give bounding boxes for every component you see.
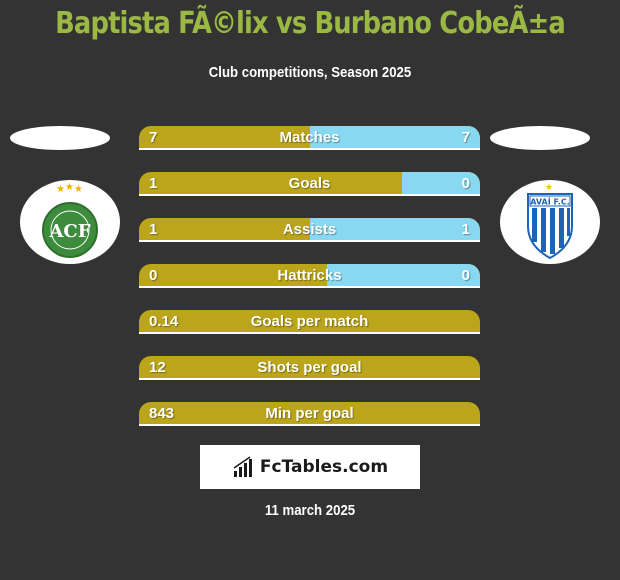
right-value: 0 bbox=[461, 175, 470, 192]
stat-row: 0.14 Goals per match bbox=[139, 310, 480, 334]
fctables-brand: FcTables.com bbox=[259, 457, 389, 477]
avai-crest-icon: ★ AVAÍ F.C. bbox=[527, 182, 573, 260]
stat-row: 12 Shots per goal bbox=[139, 356, 480, 380]
svg-text:★: ★ bbox=[74, 184, 83, 195]
stat-row: 0 Hattricks 0 bbox=[139, 264, 480, 288]
bar-chart-icon bbox=[233, 456, 252, 477]
stat-row: 1 Goals 0 bbox=[139, 172, 480, 196]
right-value: 7 bbox=[461, 129, 470, 146]
left-team-logo[interactable]: ★ ★ ★ ACF bbox=[20, 180, 120, 264]
fctables-logo[interactable]: FcTables.com bbox=[200, 445, 420, 489]
stat-label: Assists bbox=[282, 221, 337, 238]
page-title: Baptista FÃ©lix vs Burbano CobeÃ±a bbox=[55, 6, 566, 41]
page-subtitle: Club competitions, Season 2025 bbox=[208, 64, 412, 81]
stat-label: Goals per match bbox=[250, 313, 369, 330]
right-team-logo[interactable]: ★ AVAÍ F.C. bbox=[500, 180, 600, 264]
svg-text:ACF: ACF bbox=[48, 221, 90, 242]
stat-label: Min per goal bbox=[265, 405, 354, 422]
svg-text:★: ★ bbox=[56, 184, 65, 195]
stat-row: 7 Matches 7 bbox=[139, 126, 480, 150]
stat-label: Goals bbox=[288, 175, 331, 192]
stat-label: Shots per goal bbox=[257, 359, 362, 376]
svg-text:★: ★ bbox=[545, 182, 553, 192]
stat-label: Matches bbox=[279, 129, 340, 146]
stat-row: 1 Assists 1 bbox=[139, 218, 480, 242]
right-value: 1 bbox=[461, 221, 470, 238]
left-player-placeholder bbox=[10, 126, 110, 150]
svg-text:★: ★ bbox=[65, 182, 74, 193]
svg-text:AVAÍ F.C.: AVAÍ F.C. bbox=[530, 196, 570, 207]
stat-row: 843 Min per goal bbox=[139, 402, 480, 426]
right-value: 0 bbox=[461, 267, 470, 284]
right-player-placeholder bbox=[490, 126, 590, 150]
date-label: 11 march 2025 bbox=[264, 502, 356, 519]
stat-label: Hattricks bbox=[277, 267, 342, 284]
chapecoense-crest-icon: ★ ★ ★ ACF bbox=[42, 182, 98, 258]
